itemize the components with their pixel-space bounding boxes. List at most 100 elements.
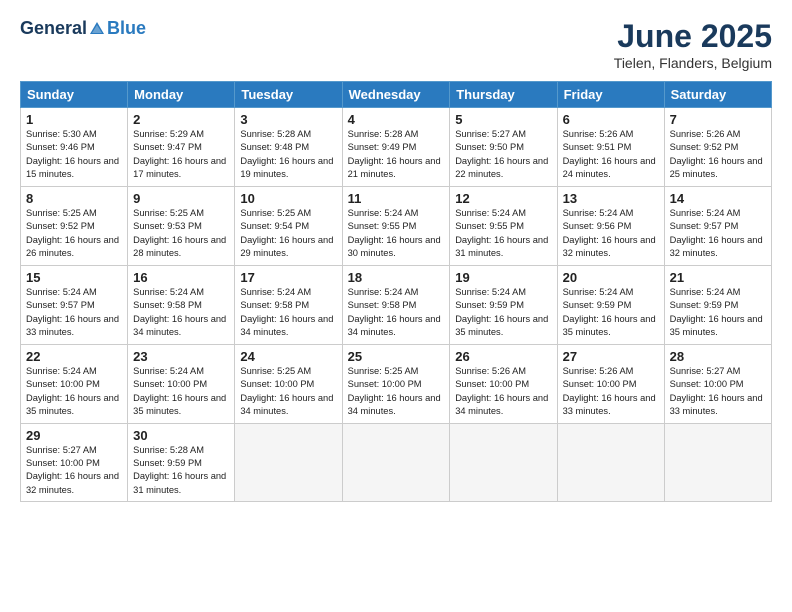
sunset-text: Sunset: 9:57 PM	[670, 221, 739, 231]
day-number: 22	[26, 349, 122, 364]
sunrise-text: Sunrise: 5:26 AM	[563, 129, 634, 139]
col-monday: Monday	[128, 82, 235, 108]
day-number: 7	[670, 112, 766, 127]
sunset-text: Sunset: 10:00 PM	[348, 379, 422, 389]
sunset-text: Sunset: 10:00 PM	[563, 379, 637, 389]
sunrise-text: Sunrise: 5:24 AM	[455, 287, 526, 297]
sunrise-text: Sunrise: 5:27 AM	[26, 445, 97, 455]
daylight-text: Daylight: 16 hours and 21 minutes.	[348, 156, 441, 179]
day-info: Sunrise: 5:28 AMSunset: 9:59 PMDaylight:…	[133, 444, 229, 498]
table-row: 14Sunrise: 5:24 AMSunset: 9:57 PMDayligh…	[664, 186, 771, 265]
table-row: 1Sunrise: 5:30 AMSunset: 9:46 PMDaylight…	[21, 108, 128, 187]
day-info: Sunrise: 5:27 AMSunset: 10:00 PMDaylight…	[26, 444, 122, 498]
day-info: Sunrise: 5:24 AMSunset: 9:59 PMDaylight:…	[670, 286, 766, 340]
table-row: 5Sunrise: 5:27 AMSunset: 9:50 PMDaylight…	[450, 108, 557, 187]
daylight-text: Daylight: 16 hours and 35 minutes.	[455, 314, 548, 337]
day-number: 17	[240, 270, 336, 285]
calendar-week-row: 29Sunrise: 5:27 AMSunset: 10:00 PMDaylig…	[21, 423, 772, 502]
day-number: 2	[133, 112, 229, 127]
sunrise-text: Sunrise: 5:26 AM	[455, 366, 526, 376]
sunset-text: Sunset: 10:00 PM	[240, 379, 314, 389]
calendar-week-row: 22 Sunrise: 5:24 AMSunset: 10:00 PMDaylig…	[21, 344, 772, 423]
daylight-text: Daylight: 16 hours and 32 minutes.	[563, 235, 656, 258]
table-row: 25Sunrise: 5:25 AMSunset: 10:00 PMDaylig…	[342, 344, 450, 423]
daylight-text: Daylight: 16 hours and 35 minutes.	[670, 314, 763, 337]
sunrise-text: Sunrise: 5:24 AM	[348, 287, 419, 297]
calendar-week-row: 8Sunrise: 5:25 AMSunset: 9:52 PMDaylight…	[21, 186, 772, 265]
day-info: Sunrise: 5:24 AMSunset: 9:57 PMDaylight:…	[670, 207, 766, 261]
daylight-text: Daylight: 16 hours and 25 minutes.	[670, 156, 763, 179]
sunset-text: Sunset: 10:00 PM	[455, 379, 529, 389]
table-row: 10Sunrise: 5:25 AMSunset: 9:54 PMDayligh…	[235, 186, 342, 265]
sunset-text: Sunset: 9:58 PM	[348, 300, 417, 310]
sunrise-text: Sunrise: 5:24 AM	[240, 287, 311, 297]
sunrise-text: Sunrise: 5:24 AM	[455, 208, 526, 218]
day-info: Sunrise: 5:25 AMSunset: 9:52 PMDaylight:…	[26, 207, 122, 261]
table-row	[557, 423, 664, 502]
table-row: 13Sunrise: 5:24 AMSunset: 9:56 PMDayligh…	[557, 186, 664, 265]
sunrise-text: Sunrise: 5:24 AM	[26, 287, 97, 297]
day-info: Sunrise: 5:24 AM Sunset: 9:58 PM Daylight:…	[240, 286, 336, 340]
logo: General Blue	[20, 18, 146, 39]
day-info: Sunrise: 5:25 AMSunset: 9:54 PMDaylight:…	[240, 207, 336, 261]
table-row: 4Sunrise: 5:28 AMSunset: 9:49 PMDaylight…	[342, 108, 450, 187]
sunrise-text: Sunrise: 5:27 AM	[670, 366, 741, 376]
sunset-text: Sunset: 9:58 PM	[240, 300, 309, 310]
sunset-text: Sunset: 9:49 PM	[348, 142, 417, 152]
day-info: Sunrise: 5:24 AMSunset: 9:55 PMDaylight:…	[348, 207, 445, 261]
sunrise-text: Sunrise: 5:29 AM	[133, 129, 204, 139]
table-row: 6Sunrise: 5:26 AMSunset: 9:51 PMDaylight…	[557, 108, 664, 187]
sunset-text: Sunset: 9:59 PM	[455, 300, 524, 310]
table-row: 22Sunrise: 5:24 AMSunset: 10:00 PMDaylig…	[21, 344, 128, 423]
calendar-week-row: 1Sunrise: 5:30 AMSunset: 9:46 PMDaylight…	[21, 108, 772, 187]
day-number: 30	[133, 428, 229, 443]
daylight-text: Daylight: 16 hours and 34 minutes.	[133, 314, 226, 337]
day-info: Sunrise: 5:24 AMSunset: 9:56 PMDaylight:…	[563, 207, 659, 261]
table-row: 27Sunrise: 5:26 AMSunset: 10:00 PMDaylig…	[557, 344, 664, 423]
daylight-text: Daylight: 16 hours and 33 minutes.	[26, 314, 119, 337]
sunset-text: Sunset: 9:51 PM	[563, 142, 632, 152]
daylight-text: Daylight: 16 hours and 34 minutes.	[240, 393, 333, 416]
table-row: 28Sunrise: 5:27 AMSunset: 10:00 PMDaylig…	[664, 344, 771, 423]
day-number: 27	[563, 349, 659, 364]
day-number: 15	[26, 270, 122, 285]
sunset-text: Sunset: 9:55 PM	[455, 221, 524, 231]
sunrise-text: Sunrise: 5:25 AM	[240, 366, 311, 376]
col-thursday: Thursday	[450, 82, 557, 108]
day-number: 20	[563, 270, 659, 285]
day-info: Sunrise: 5:30 AMSunset: 9:46 PMDaylight:…	[26, 128, 122, 182]
logo-blue-text: Blue	[107, 18, 146, 39]
header: General Blue June 2025 Tielen, Flanders,…	[20, 18, 772, 71]
daylight-text: Daylight: 16 hours and 33 minutes.	[670, 393, 763, 416]
daylight-text: Daylight: 16 hours and 24 minutes.	[563, 156, 656, 179]
table-row	[664, 423, 771, 502]
daylight-text: Daylight: 16 hours and 34 minutes.	[240, 314, 333, 337]
subtitle: Tielen, Flanders, Belgium	[614, 55, 772, 71]
col-tuesday: Tuesday	[235, 82, 342, 108]
day-number: 9	[133, 191, 229, 206]
sunset-text: Sunset: 9:55 PM	[348, 221, 417, 231]
day-info: Sunrise: 5:27 AMSunset: 9:50 PMDaylight:…	[455, 128, 551, 182]
sunset-text: Sunset: 10:00 PM	[26, 458, 100, 468]
sunset-text: Sunset: 9:56 PM	[563, 221, 632, 231]
day-info: Sunrise: 5:24 AMSunset: 9:58 PMDaylight:…	[133, 286, 229, 340]
sunrise-text: Sunrise: 5:25 AM	[133, 208, 204, 218]
day-number: 28	[670, 349, 766, 364]
day-number: 26	[455, 349, 551, 364]
sunset-text: Sunset: 9:52 PM	[26, 221, 95, 231]
day-number: 10	[240, 191, 336, 206]
sunset-text: Sunset: 9:57 PM	[26, 300, 95, 310]
calendar-page: General Blue June 2025 Tielen, Flanders,…	[0, 0, 792, 612]
table-row	[450, 423, 557, 502]
table-row: 21Sunrise: 5:24 AMSunset: 9:59 PMDayligh…	[664, 265, 771, 344]
sunrise-text: Sunrise: 5:28 AM	[348, 129, 419, 139]
calendar-header-row: Sunday Monday Tuesday Wednesday Thursday…	[21, 82, 772, 108]
day-number: 23	[133, 349, 229, 364]
day-info: Sunrise: 5:26 AM Sunset: 9:51 PM Daylight:…	[563, 128, 659, 182]
day-info: Sunrise: 5:26 AMSunset: 9:52 PMDaylight:…	[670, 128, 766, 182]
sunset-text: Sunset: 9:58 PM	[133, 300, 202, 310]
sunset-text: Sunset: 9:48 PM	[240, 142, 309, 152]
table-row: 17 Sunrise: 5:24 AM Sunset: 9:58 PM Dayligh…	[235, 265, 342, 344]
day-number: 12	[455, 191, 551, 206]
day-info: Sunrise: 5:24 AMSunset: 10:00 PMDaylight…	[133, 365, 229, 419]
